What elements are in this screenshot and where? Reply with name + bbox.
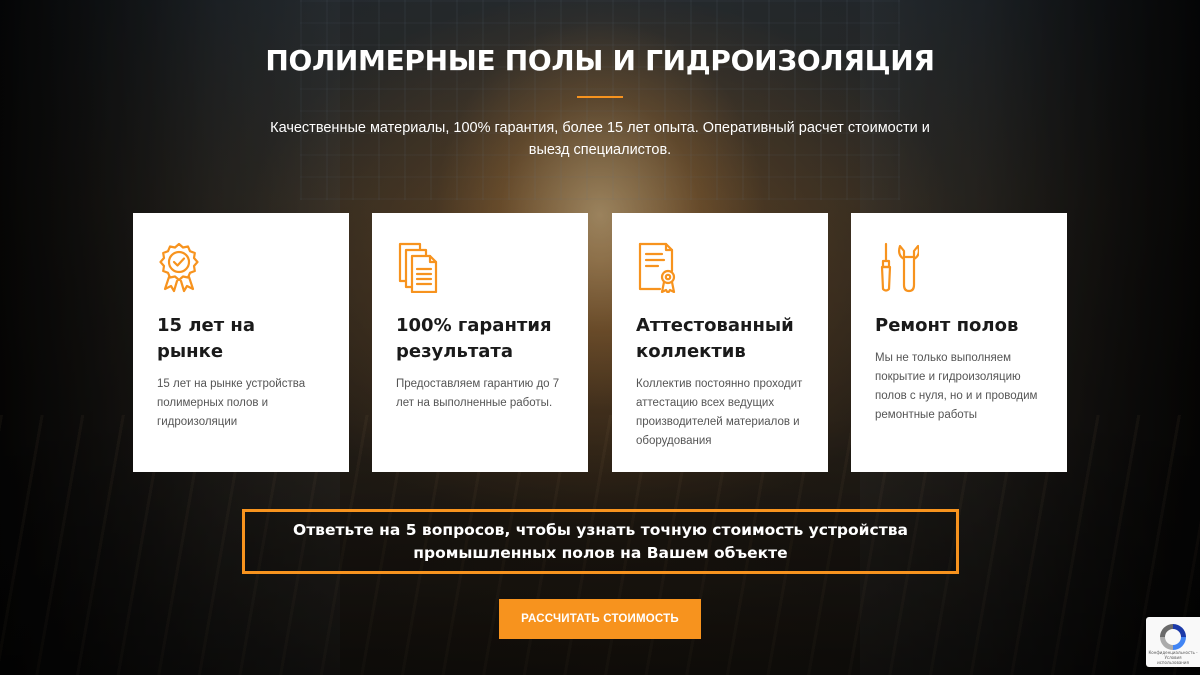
feature-card: Ремонт полов Мы не только выполняем покр… [851,213,1067,472]
recaptcha-icon [1160,624,1186,650]
feature-text: 15 лет на рынке устройства полимерных по… [157,378,306,428]
page-title: ПОЛИМЕРНЫЕ ПОЛЫ И ГИДРОИЗОЛЯЦИЯ [265,44,935,77]
recaptcha-badge[interactable]: Конфиденциальность - Условия использован… [1146,617,1200,667]
feature-card: 15 лет на рынке 15 лет на рынке устройст… [133,213,349,472]
hero-section: ПОЛИМЕРНЫЕ ПОЛЫ И ГИДРОИЗОЛЯЦИЯ Качестве… [0,0,1200,675]
feature-title: Аттестованный коллектив [636,315,794,362]
feature-title: 100% гарантия результата [396,315,552,362]
quiz-text: Ответьте на 5 вопросов, чтобы узнать точ… [293,520,908,562]
feature-text: Мы не только выполняем покрытие и гидрои… [875,352,1038,421]
documents-icon [396,241,440,293]
feature-title: Ремонт полов [875,315,1019,336]
title-underline [577,96,623,98]
award-badge-icon [157,241,201,293]
feature-card: 100% гарантия результата Предоставляем г… [372,213,588,472]
features-grid: 15 лет на рынке 15 лет на рынке устройст… [133,213,1069,472]
feature-title: 15 лет на рынке [157,315,255,362]
tools-icon [875,241,919,293]
quiz-callout: Ответьте на 5 вопросов, чтобы узнать точ… [242,509,959,574]
hero-subtitle: Качественные материалы, 100% гарантия, б… [270,120,930,158]
certificate-icon [636,241,680,293]
feature-text: Предоставляем гарантию до 7 лет на выпол… [396,378,560,409]
feature-text: Коллектив постоянно проходит аттестацию … [636,378,803,447]
feature-card: Аттестованный коллектив Коллектив постоя… [612,213,828,472]
calculate-cost-button[interactable]: РАССЧИТАТЬ СТОИМОСТЬ [499,599,701,639]
recaptcha-terms[interactable]: Конфиденциальность - Условия использован… [1148,650,1198,665]
